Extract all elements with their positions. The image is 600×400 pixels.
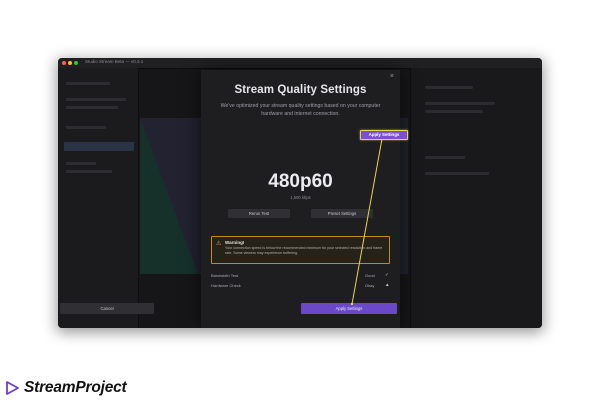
sidebar-placeholder [66, 82, 110, 85]
zoom-window-button[interactable] [74, 61, 78, 65]
window-title: Studio Stream Beta — v0.3.1 [85, 59, 144, 64]
sidebar-placeholder [66, 106, 118, 109]
brand-name: StreamProject [24, 379, 127, 396]
apply-settings-callout: Apply Settings [360, 130, 408, 140]
right-sidebar [410, 68, 542, 328]
sidebar-placeholder [66, 98, 126, 101]
close-window-button[interactable] [62, 61, 66, 65]
sidebar-placeholder [425, 86, 473, 89]
preview-graphic [140, 118, 198, 274]
option-value: Good [365, 273, 375, 278]
warning-banner: ⚠ Warning! Your connection speed is belo… [211, 236, 390, 264]
left-sidebar [58, 68, 139, 328]
warning-icon: ⚠ [216, 241, 222, 247]
close-icon[interactable]: × [390, 73, 394, 81]
sidebar-placeholder [66, 162, 96, 165]
minimize-window-button[interactable] [68, 61, 72, 65]
sidebar-placeholder [66, 170, 112, 173]
option-label: Bandwidth Test [211, 273, 239, 278]
option-value: Okay [365, 283, 375, 288]
sidebar-placeholder [425, 102, 495, 105]
sidebar-placeholder [425, 110, 483, 113]
warning-text: Your connection speed is below the recom… [225, 246, 383, 255]
resolution-value: 480p60 [268, 171, 333, 192]
check-icon: ✓ [385, 272, 389, 277]
apply-settings-button[interactable]: Apply Settings [301, 303, 397, 314]
cancel-button[interactable]: Cancel [60, 303, 154, 314]
modal-title: Stream Quality Settings [234, 84, 367, 96]
rerun-test-button[interactable]: Rerun Test [228, 209, 290, 218]
preset-settings-button[interactable]: Preset Settings [311, 209, 373, 218]
brand-footer: StreamProject [4, 379, 204, 399]
stream-quality-modal: × Stream Quality Settings We've optimize… [201, 70, 400, 328]
play-triangle-icon [6, 381, 19, 395]
modal-description: We've optimized your stream quality sett… [220, 103, 381, 117]
sidebar-placeholder [66, 126, 106, 129]
sidebar-placeholder [425, 156, 465, 159]
sidebar-item-selected[interactable] [64, 142, 134, 151]
warning-title: Warning! [225, 240, 245, 245]
sidebar-placeholder [425, 172, 489, 175]
bitrate-value: 1,500 kbps [290, 195, 311, 200]
app-window: Studio Stream Beta — v0.3.1 × Stream Qua… [58, 58, 542, 328]
option-label: Hardware Check [211, 283, 241, 288]
caution-icon: ▲ [385, 282, 390, 287]
